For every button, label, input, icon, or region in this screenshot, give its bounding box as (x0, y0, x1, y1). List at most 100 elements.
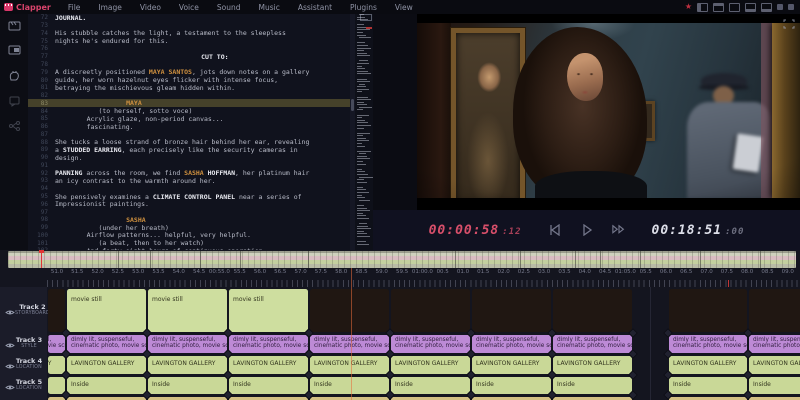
location-cell[interactable]: LAVINGTON GALLERY (669, 356, 747, 374)
storyboard-thumbnail[interactable] (310, 289, 389, 332)
interior-cell[interactable]: Inside (391, 377, 470, 394)
screens-icon[interactable] (8, 45, 21, 57)
track6-cell[interactable] (669, 397, 747, 400)
timeline-playhead[interactable] (351, 268, 352, 400)
track6-cell[interactable] (472, 397, 551, 400)
timeline-overview[interactable] (8, 251, 796, 268)
eye-icon[interactable] (5, 355, 15, 374)
overview-playhead[interactable] (41, 250, 42, 268)
style-cell[interactable]: dimly lit, suspenseful, cinematic photo,… (148, 335, 227, 353)
window-icon-1[interactable] (777, 4, 783, 10)
track6-cell[interactable] (553, 397, 632, 400)
eye-icon[interactable] (5, 376, 15, 395)
storyboard-thumbnail[interactable] (553, 289, 632, 332)
menu-item-video[interactable]: Video (131, 3, 170, 12)
track-header-4[interactable]: Track 4LOCATION (0, 354, 47, 376)
interior-cell[interactable]: Inside (310, 377, 389, 394)
minimap-line (357, 53, 367, 54)
style-cell[interactable]: dimly lit, suspenseful, cinematic photo,… (669, 335, 747, 353)
location-cell[interactable]: LAVINGTON GALLERY (749, 356, 800, 374)
storyboard-cell[interactable]: movie still (229, 289, 308, 332)
layout-full-icon[interactable] (729, 3, 740, 12)
track6-cell[interactable] (310, 397, 389, 400)
track6-cell[interactable] (148, 397, 227, 400)
storyboard-thumbnail[interactable] (472, 289, 551, 332)
eye-icon[interactable] (5, 334, 15, 353)
minimap-line (357, 164, 366, 165)
minimap-line (357, 182, 367, 183)
interior-cell[interactable]: Inside (67, 377, 146, 394)
menu-item-file[interactable]: File (59, 3, 90, 12)
location-cell[interactable]: LAVINGTON GALLERY (472, 356, 551, 374)
window-icon-2[interactable] (788, 4, 794, 10)
fast-forward-button[interactable] (612, 224, 626, 236)
skip-start-button[interactable] (548, 224, 562, 236)
location-cell[interactable]: LAVINGTON GALLERY (48, 356, 65, 374)
menu-item-voice[interactable]: Voice (170, 3, 208, 12)
location-cell[interactable]: LAVINGTON GALLERY (391, 356, 470, 374)
layout-top-icon[interactable] (713, 3, 724, 12)
menu-item-music[interactable]: Music (250, 3, 289, 12)
menu-item-assistant[interactable]: Assistant (289, 3, 341, 12)
storyboard-cell[interactable]: movie still (67, 289, 146, 332)
layout-left-icon[interactable] (697, 3, 708, 12)
location-cell[interactable]: LAVINGTON GALLERY (310, 356, 389, 374)
minimap-line (357, 24, 364, 25)
track6-cell[interactable] (67, 397, 146, 400)
eye-icon[interactable] (5, 301, 15, 320)
script-line: 90design. (28, 154, 350, 162)
interior-cell[interactable]: Inside (472, 377, 551, 394)
notification-icon[interactable]: ★ (685, 3, 692, 11)
menu-item-view[interactable]: View (386, 3, 422, 12)
play-button[interactable] (580, 224, 594, 236)
screenplay-editor-icon[interactable] (8, 20, 21, 32)
storyboard-thumbnail[interactable] (669, 289, 747, 332)
style-cell[interactable]: dimly lit, suspenseful, cinematic photo,… (749, 335, 800, 353)
interior-cell[interactable]: Inside (148, 377, 227, 394)
minimap-line (357, 89, 369, 90)
track6-cell[interactable] (749, 397, 800, 400)
menu-item-image[interactable]: Image (89, 3, 131, 12)
interior-cell[interactable]: Inside (553, 377, 632, 394)
video-preview[interactable] (417, 14, 800, 210)
track6-cell[interactable] (229, 397, 308, 400)
chat-icon[interactable] (8, 95, 21, 107)
screenplay-editor[interactable]: 72JOURNAL.7374His stubble catches the li… (28, 14, 350, 250)
track-header-2[interactable]: Track 2STORYBOARD (0, 287, 47, 334)
location-cell[interactable]: LAVINGTON GALLERY (67, 356, 146, 374)
style-cell[interactable]: dimly lit, suspenseful, cinematic photo,… (67, 335, 146, 353)
menu-item-sound[interactable]: Sound (208, 3, 250, 12)
app-logo[interactable]: Clapper (0, 3, 59, 12)
location-cell[interactable]: LAVINGTON GALLERY (229, 356, 308, 374)
location-cell[interactable]: LAVINGTON GALLERY (553, 356, 632, 374)
style-cell[interactable]: dimly lit, suspenseful, cinematic photo,… (229, 335, 308, 353)
interior-cell[interactable]: Inside (229, 377, 308, 394)
track-header-6[interactable]: Track 6 (0, 395, 47, 400)
interior-cell[interactable]: Inside (749, 377, 800, 394)
editor-scrollbar-thumb[interactable] (351, 99, 354, 111)
storyboard-thumbnail[interactable] (48, 289, 65, 332)
style-cell[interactable]: dimly lit, suspenseful, cinematic photo,… (310, 335, 389, 353)
interior-cell[interactable]: Inside (48, 377, 65, 394)
track-header-5[interactable]: Track 5LOCATION (0, 375, 47, 396)
interior-cell[interactable]: Inside (669, 377, 747, 394)
editor-minimap[interactable] (355, 14, 373, 250)
workflow-icon[interactable] (8, 120, 21, 132)
fullscreen-icon[interactable] (783, 19, 795, 29)
track-header-3[interactable]: Track 3STYLE (0, 333, 47, 355)
track6-cell[interactable] (391, 397, 470, 400)
location-cell[interactable]: LAVINGTON GALLERY (148, 356, 227, 374)
storyboard-cell[interactable]: movie still (148, 289, 227, 332)
storyboard-thumbnail[interactable] (749, 289, 800, 332)
layout-split-icon[interactable] (745, 3, 756, 12)
menu-item-plugins[interactable]: Plugins (341, 3, 386, 12)
timeline-ruler[interactable]: 51.051.552.052.553.053.554.054.500:55.05… (0, 268, 800, 280)
style-cell[interactable]: dimly lit, suspenseful, cinematic photo,… (553, 335, 632, 353)
style-cell[interactable]: dimly lit, suspenseful, cinematic photo,… (391, 335, 470, 353)
layout-bottom-icon[interactable] (761, 3, 772, 12)
style-cell[interactable]: dimly lit, suspenseful, cinematic photo,… (472, 335, 551, 353)
style-cell[interactable]: dimly lit, suspenseful, cinematic photo,… (48, 335, 65, 353)
storyboard-thumbnail[interactable] (391, 289, 470, 332)
minimap-line (359, 200, 370, 201)
assistant-icon[interactable] (8, 70, 21, 82)
